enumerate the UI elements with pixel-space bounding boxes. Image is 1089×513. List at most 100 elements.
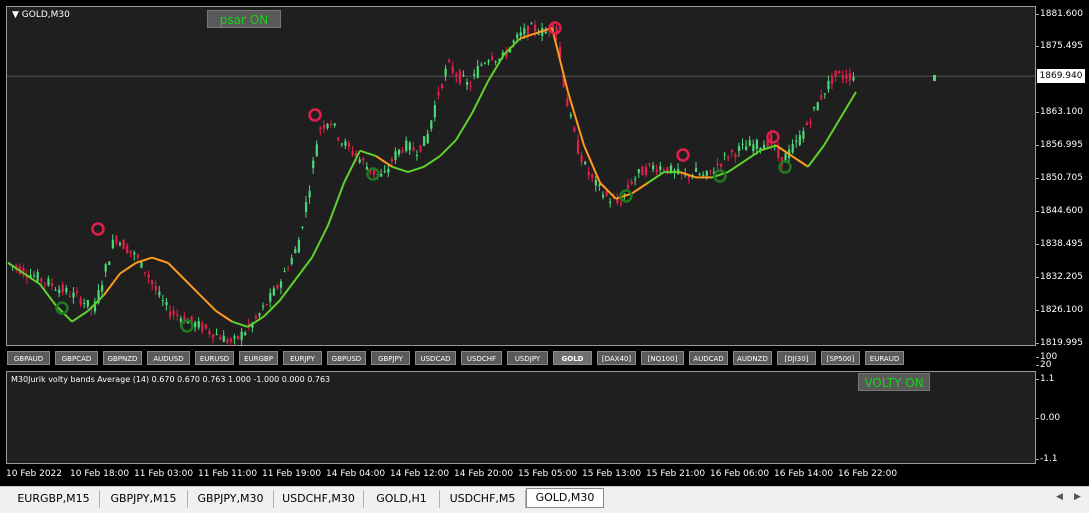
symbol-button-eurusd[interactable]: EURUSD [195,351,234,365]
candle-body [111,239,114,249]
candle-body [54,289,57,291]
candle-body [852,77,855,81]
symbol-button-gbpaud[interactable]: GBPAUD [7,351,50,365]
candle-body [476,66,479,78]
chart-tab-gbpjpy-m15[interactable]: GBPJPY,M15 [100,490,188,508]
symbol-button-gbpcad[interactable]: GBPCAD [55,351,98,365]
symbol-button-usdcad[interactable]: USDCAD [415,351,456,365]
indicator-tick: 1.1 [1035,374,1055,384]
candle-body [72,292,75,298]
symbol-button-euraud[interactable]: EURAUD [865,351,904,365]
candle-body [440,84,444,89]
jurik-trend-segment [647,171,665,184]
candle-body [122,239,125,249]
candle-body [784,153,787,161]
candle-body [630,181,633,185]
symbol-button-usdchf[interactable]: USDCHF [461,351,502,365]
candle-body [412,147,415,151]
candle-body [233,336,236,339]
candle-body [623,193,626,195]
volty-toggle-button[interactable]: VOLTY ON [858,373,930,391]
candle-body [748,140,751,146]
sell-signal-marker [766,130,780,144]
symbol-button-eurjpy[interactable]: EURJPY [283,351,322,365]
symbol-button-audusd[interactable]: AUDUSD [147,351,190,365]
chart-tab-eurgbp-m15[interactable]: EURGBP,M15 [8,490,100,508]
candle-body [426,133,429,144]
price-tick: 1875.495 [1036,41,1083,51]
candle-body [304,202,308,213]
candle-body [319,127,322,130]
symbol-button-gold[interactable]: GOLD [553,351,592,365]
candle-body [287,268,290,270]
jurik-trend-segment [263,299,281,317]
chart-tab-gold-m30[interactable]: GOLD,M30 [526,488,604,508]
chart-tab-bar: ◀ ▶ EURGBP,M15 GBPJPY,M15 GBPJPY,M30 USDCHF… [0,486,1089,513]
time-label: 14 Feb 20:00 [454,469,514,479]
time-label: 11 Feb 19:00 [262,469,322,479]
candle-body [423,136,426,147]
candle-body [601,194,605,198]
symbol-button-dji30[interactable]: [DJI30] [777,351,816,365]
candle-body [627,184,630,189]
time-label: 10 Feb 2022 [6,469,63,479]
candle-body [312,160,315,168]
candle-body [330,123,333,125]
candle-body [272,288,275,296]
chart-tab-gold-h1[interactable]: GOLD,H1 [364,490,440,508]
scroll-right-icon[interactable]: ▶ [1074,492,1081,502]
candle-body [444,68,447,76]
candle-body [333,123,336,126]
symbol-button-gbpusd[interactable]: GBPUSD [327,351,366,365]
candle-body [816,102,819,111]
chart-tab-usdchf-m5[interactable]: USDCHF,M5 [440,490,526,508]
candle-body [390,158,394,162]
jurik-trend-segment [503,37,521,56]
candle-body [86,299,89,307]
jurik-trend-segment [455,112,473,141]
candle-body [36,272,39,281]
candle-body [344,141,347,146]
candle-body [61,284,64,293]
candle-body [798,135,801,145]
scroll-left-icon[interactable]: ◀ [1056,492,1063,502]
candle-body [433,105,436,118]
candle-body [795,140,798,142]
symbol-button-usdjpy[interactable]: USDJPY [507,351,548,365]
candle-body [276,285,279,289]
candle-body [473,73,476,76]
candle-body [845,74,848,80]
candle-body [176,314,179,316]
time-label: 16 Feb 14:00 [774,469,834,479]
candle-body [58,289,61,294]
candle-body [516,34,519,38]
candle-body [398,149,401,155]
chart-tab-gbpjpy-m30[interactable]: GBPJPY,M30 [188,490,274,508]
candle-body [115,236,118,243]
symbol-button-gbpjpy[interactable]: GBPJPY [371,351,410,365]
price-tick: 1850.705 [1036,173,1083,183]
symbol-button-eurgbp[interactable]: EURGBP [239,351,278,365]
candle-body [254,316,258,319]
indicator-upper-level: 20 [1035,360,1052,370]
symbol-button-dax40[interactable]: [DAX40] [597,351,636,365]
psar-toggle-button[interactable]: psar ON [207,10,281,28]
jurik-trend-segment [135,256,153,264]
symbol-button-nq100[interactable]: [NQ100] [641,351,684,365]
symbol-button-audcad[interactable]: AUDCAD [689,351,728,365]
jurik-trend-segment [423,155,441,168]
candle-body [709,169,712,172]
jurik-trend-segment [807,144,825,168]
symbol-button-sp500[interactable]: [SP500] [821,351,860,365]
candle-body [126,245,129,254]
candle-body [727,156,730,159]
candle-body [236,335,240,340]
candle-body [652,165,655,170]
candle-body [154,285,157,291]
chart-tab-usdchf-m30[interactable]: USDCHF,M30 [274,490,364,508]
time-label: 14 Feb 04:00 [326,469,386,479]
jurik-trend-segment [823,118,841,146]
symbol-button-audnzd[interactable]: AUDNZD [733,351,772,365]
symbol-button-gbpnzd[interactable]: GBPNZD [103,351,142,365]
candle-body [791,144,794,153]
